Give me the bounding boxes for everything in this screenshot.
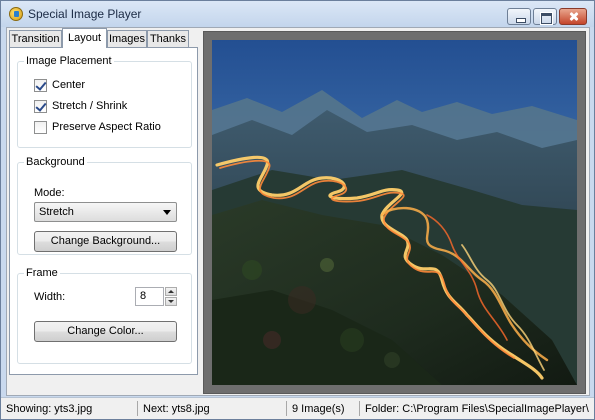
layout-tab-panel: Image Placement Center Stretch / Shrink …	[9, 47, 198, 375]
app-window: Special Image Player Transition Layout I…	[0, 0, 595, 420]
frame-group: Frame Width: 8 Change Color...	[17, 267, 192, 364]
image-placement-group: Image Placement Center Stretch / Shrink …	[17, 55, 192, 148]
close-button[interactable]	[559, 8, 587, 25]
stretch-shrink-label: Stretch / Shrink	[52, 100, 128, 112]
preserve-aspect-ratio-checkbox[interactable]	[34, 121, 47, 134]
app-icon	[9, 7, 23, 21]
status-bar: Showing: yts3.jpg Next: yts8.jpg 9 Image…	[1, 397, 594, 419]
window-title: Special Image Player	[28, 7, 142, 21]
mode-select[interactable]: Stretch	[34, 202, 177, 222]
frame-legend: Frame	[24, 267, 60, 279]
status-folder: Folder: C:\Program Files\SpecialImagePla…	[365, 403, 589, 415]
center-checkbox-row[interactable]: Center	[34, 79, 184, 93]
image-frame	[203, 31, 586, 394]
status-separator	[286, 401, 287, 416]
center-checkbox[interactable]	[34, 79, 47, 92]
background-group: Background Mode: Stretch Change Backgrou…	[17, 156, 192, 255]
mode-select-value: Stretch	[39, 206, 74, 218]
tab-layout[interactable]: Layout	[62, 28, 107, 48]
stretch-shrink-checkbox[interactable]	[34, 100, 47, 113]
photo-display	[212, 40, 577, 385]
change-background-button[interactable]: Change Background...	[34, 231, 177, 252]
image-placement-legend: Image Placement	[24, 55, 114, 67]
spin-down-arrow-icon[interactable]	[165, 297, 177, 306]
mountain-road-night-image	[212, 40, 577, 385]
title-bar[interactable]: Special Image Player	[1, 1, 594, 27]
preserve-aspect-ratio-label: Preserve Aspect Ratio	[52, 121, 161, 133]
stretch-shrink-checkbox-row[interactable]: Stretch / Shrink	[34, 100, 184, 114]
status-showing: Showing: yts3.jpg	[6, 403, 93, 415]
chevron-down-icon[interactable]	[163, 210, 171, 215]
frame-width-input[interactable]: 8	[135, 287, 164, 306]
client-area: Transition Layout Images Thanks Image Pl…	[6, 27, 590, 396]
status-image-count: 9 Image(s)	[292, 403, 345, 415]
status-separator	[359, 401, 360, 416]
maximize-button[interactable]	[533, 8, 557, 25]
tab-transition[interactable]: Transition	[9, 30, 62, 47]
width-label: Width:	[34, 291, 66, 303]
status-next: Next: yts8.jpg	[143, 403, 210, 415]
center-label: Center	[52, 79, 86, 91]
change-color-button[interactable]: Change Color...	[34, 321, 177, 342]
tab-images[interactable]: Images	[107, 30, 147, 47]
preserve-aspect-ratio-checkbox-row[interactable]: Preserve Aspect Ratio	[34, 121, 184, 135]
minimize-button[interactable]	[507, 8, 531, 25]
background-legend: Background	[24, 156, 87, 168]
status-separator	[137, 401, 138, 416]
tab-thanks[interactable]: Thanks	[147, 30, 189, 47]
mode-label: Mode:	[34, 187, 65, 199]
spin-up-arrow-icon[interactable]	[165, 287, 177, 296]
